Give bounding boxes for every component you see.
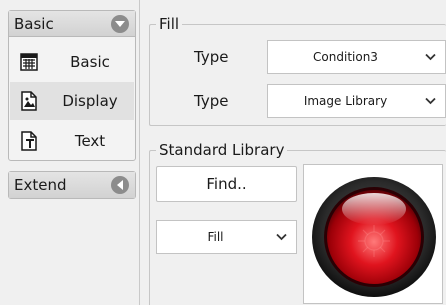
- chevron-down-icon[interactable]: [111, 15, 129, 33]
- sidebar: Basic Basic Display Text Extend: [0, 0, 140, 305]
- fill-image-type-value: Image Library: [303, 94, 388, 108]
- grid-table-icon: [19, 52, 39, 72]
- group-header-extend[interactable]: Extend: [9, 172, 135, 198]
- standard-library-legend: Standard Library: [156, 141, 288, 159]
- sidebar-item-label: Basic: [70, 53, 110, 71]
- chevron-down-icon: [276, 233, 287, 241]
- chevron-left-icon[interactable]: [111, 176, 129, 194]
- sidebar-item-basic[interactable]: Basic: [10, 43, 134, 81]
- group-header-basic[interactable]: Basic: [9, 11, 135, 37]
- sidebar-item-text[interactable]: Text: [10, 122, 134, 160]
- sidebar-divider: [139, 0, 140, 305]
- fill-select-value: Fill: [207, 230, 224, 244]
- group-title: Extend: [14, 176, 67, 194]
- sidebar-item-label: Text: [74, 132, 106, 150]
- library-preview[interactable]: [303, 164, 443, 304]
- fill-image-type-select[interactable]: Image Library: [267, 84, 446, 118]
- find-button[interactable]: Find..: [156, 166, 297, 202]
- fill-type-select[interactable]: Condition3: [267, 40, 446, 74]
- group-panel-basic: Basic Basic Display Text: [8, 10, 136, 161]
- red-lamp-icon: [312, 177, 436, 297]
- find-button-label: Find..: [206, 175, 247, 193]
- sidebar-item-label: Display: [62, 92, 118, 110]
- fill-type-value: Condition3: [313, 50, 378, 64]
- group-panel-extend: Extend: [8, 171, 136, 199]
- type-label: Type: [194, 92, 229, 110]
- fill-legend: Fill: [156, 15, 183, 33]
- text-document-icon: [19, 131, 39, 151]
- group-title: Basic: [14, 14, 54, 33]
- chevron-down-icon: [425, 97, 436, 105]
- sidebar-item-display[interactable]: Display: [10, 82, 134, 120]
- fill-select[interactable]: Fill: [156, 220, 297, 254]
- image-document-icon: [19, 91, 39, 111]
- chevron-down-icon: [425, 53, 436, 61]
- type-label: Type: [194, 48, 229, 66]
